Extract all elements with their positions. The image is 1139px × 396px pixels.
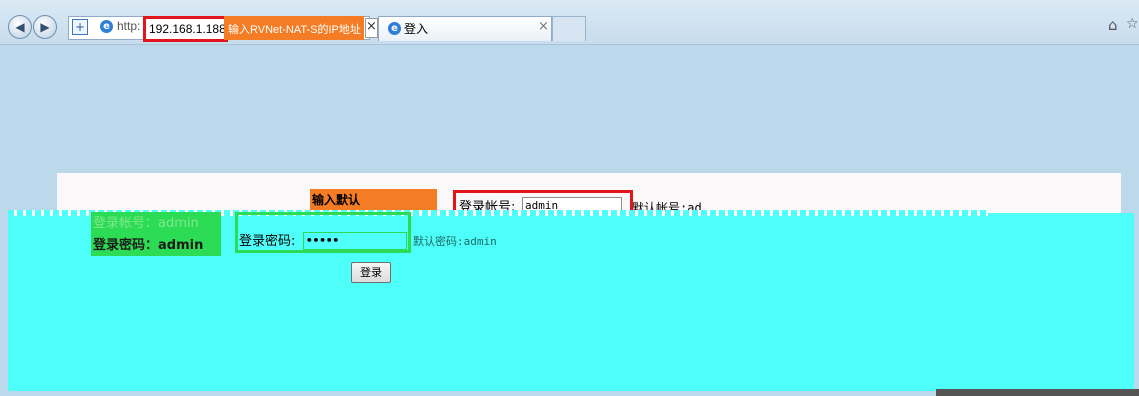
home-icon[interactable]: ⌂	[1108, 16, 1118, 34]
login-button[interactable]: 登录	[351, 262, 391, 283]
default-password-note: 登录密码：admin	[93, 238, 204, 253]
password-input[interactable]: •••••	[303, 232, 407, 250]
forward-arrow-icon: ▶	[40, 20, 50, 34]
add-icon[interactable]: +	[72, 19, 88, 35]
password-label: 登录密码:	[239, 234, 296, 249]
enter-ip-note: 输入RVNet-NAT-S的IP地址	[224, 16, 364, 40]
callout-close-icon[interactable]: ×	[365, 18, 378, 38]
star-icon[interactable]: ☆	[1126, 16, 1139, 32]
url-host-highlight[interactable]: 192.168.1.188	[143, 16, 228, 42]
back-arrow-icon: ◀	[15, 20, 25, 34]
tab-ie-icon: e	[388, 22, 401, 35]
window-edge	[936, 389, 1139, 396]
tab-title: 登入	[404, 22, 429, 36]
default-account-note: 登录帐号：admin	[93, 216, 199, 231]
url-prefix: http:	[117, 19, 141, 33]
tab-close-icon[interactable]: ×	[538, 19, 549, 34]
back-button[interactable]: ◀	[8, 15, 32, 39]
forward-button[interactable]: ▶	[33, 15, 57, 39]
ie-icon: e	[100, 20, 113, 33]
new-tab-button[interactable]	[552, 16, 586, 41]
password-default-hint: 默认密码:admin	[413, 235, 497, 248]
